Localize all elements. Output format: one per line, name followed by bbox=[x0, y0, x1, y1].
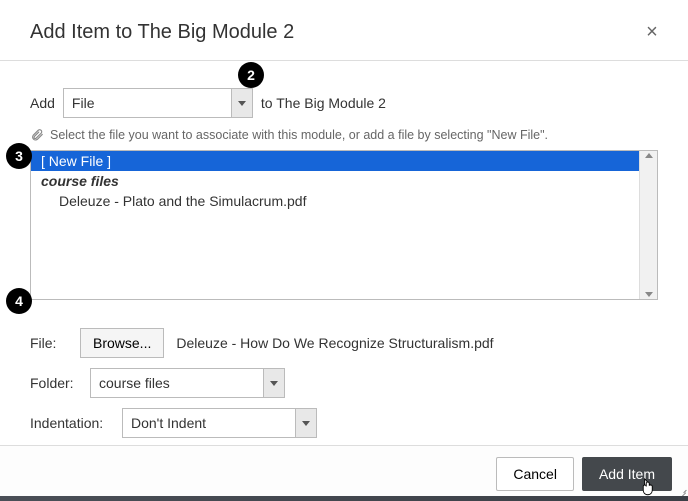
item-type-select[interactable]: File bbox=[63, 88, 253, 118]
paperclip-icon bbox=[30, 128, 44, 142]
modal-footer: Cancel Add Item bbox=[0, 445, 688, 501]
callout-2: 2 bbox=[238, 62, 264, 88]
chevron-down-icon bbox=[238, 101, 246, 106]
folder-label: Folder: bbox=[30, 375, 78, 391]
hint-text: Select the file you want to associate wi… bbox=[50, 128, 548, 142]
chevron-down-icon bbox=[270, 381, 278, 386]
item-type-dropdown-btn[interactable] bbox=[231, 88, 253, 118]
file-list-group[interactable]: course files bbox=[31, 171, 639, 191]
file-upload-row: File: Browse... Deleuze - How Do We Reco… bbox=[30, 328, 658, 358]
modal-header: Add Item to The Big Module 2 × bbox=[0, 0, 688, 61]
modal-title: Add Item to The Big Module 2 bbox=[30, 21, 294, 44]
scroll-up-icon bbox=[645, 153, 653, 158]
add-suffix: to The Big Module 2 bbox=[261, 95, 386, 111]
folder-row: Folder: course files bbox=[30, 368, 658, 398]
hint-row: Select the file you want to associate wi… bbox=[30, 128, 658, 142]
indentation-value: Don't Indent bbox=[122, 408, 295, 438]
chosen-file-name: Deleuze - How Do We Recognize Structural… bbox=[176, 335, 493, 351]
file-list[interactable]: [ New File ] course files Deleuze - Plat… bbox=[31, 151, 639, 299]
file-list-item[interactable]: Deleuze - Plato and the Simulacrum.pdf bbox=[31, 191, 639, 211]
folder-select[interactable]: course files bbox=[90, 368, 285, 398]
callout-3: 3 bbox=[6, 143, 32, 169]
item-type-value: File bbox=[63, 88, 231, 118]
cursor-pointer-icon bbox=[638, 477, 656, 499]
indentation-dropdown-btn[interactable] bbox=[295, 408, 317, 438]
indentation-label: Indentation: bbox=[30, 415, 110, 431]
add-type-row: Add File to The Big Module 2 bbox=[30, 88, 658, 118]
add-item-modal: Add Item to The Big Module 2 × Add File … bbox=[0, 0, 688, 501]
indentation-row: Indentation: Don't Indent bbox=[30, 408, 658, 438]
chevron-down-icon bbox=[302, 421, 310, 426]
file-list-box: [ New File ] course files Deleuze - Plat… bbox=[30, 150, 658, 300]
close-button[interactable]: × bbox=[640, 20, 664, 44]
scroll-down-icon bbox=[645, 292, 653, 297]
add-label: Add bbox=[30, 95, 55, 111]
bottom-strip bbox=[0, 496, 688, 501]
browse-button[interactable]: Browse... bbox=[80, 328, 164, 358]
callout-4: 4 bbox=[6, 288, 32, 314]
file-list-new-file[interactable]: [ New File ] bbox=[31, 151, 639, 171]
modal-body[interactable]: Add File to The Big Module 2 Select the … bbox=[0, 56, 688, 445]
indentation-select[interactable]: Don't Indent bbox=[122, 408, 317, 438]
cancel-button[interactable]: Cancel bbox=[496, 457, 574, 491]
file-list-scrollbar[interactable] bbox=[639, 151, 657, 299]
folder-dropdown-btn[interactable] bbox=[263, 368, 285, 398]
file-label: File: bbox=[30, 335, 68, 351]
folder-value: course files bbox=[90, 368, 263, 398]
add-item-button[interactable]: Add Item bbox=[582, 457, 672, 491]
